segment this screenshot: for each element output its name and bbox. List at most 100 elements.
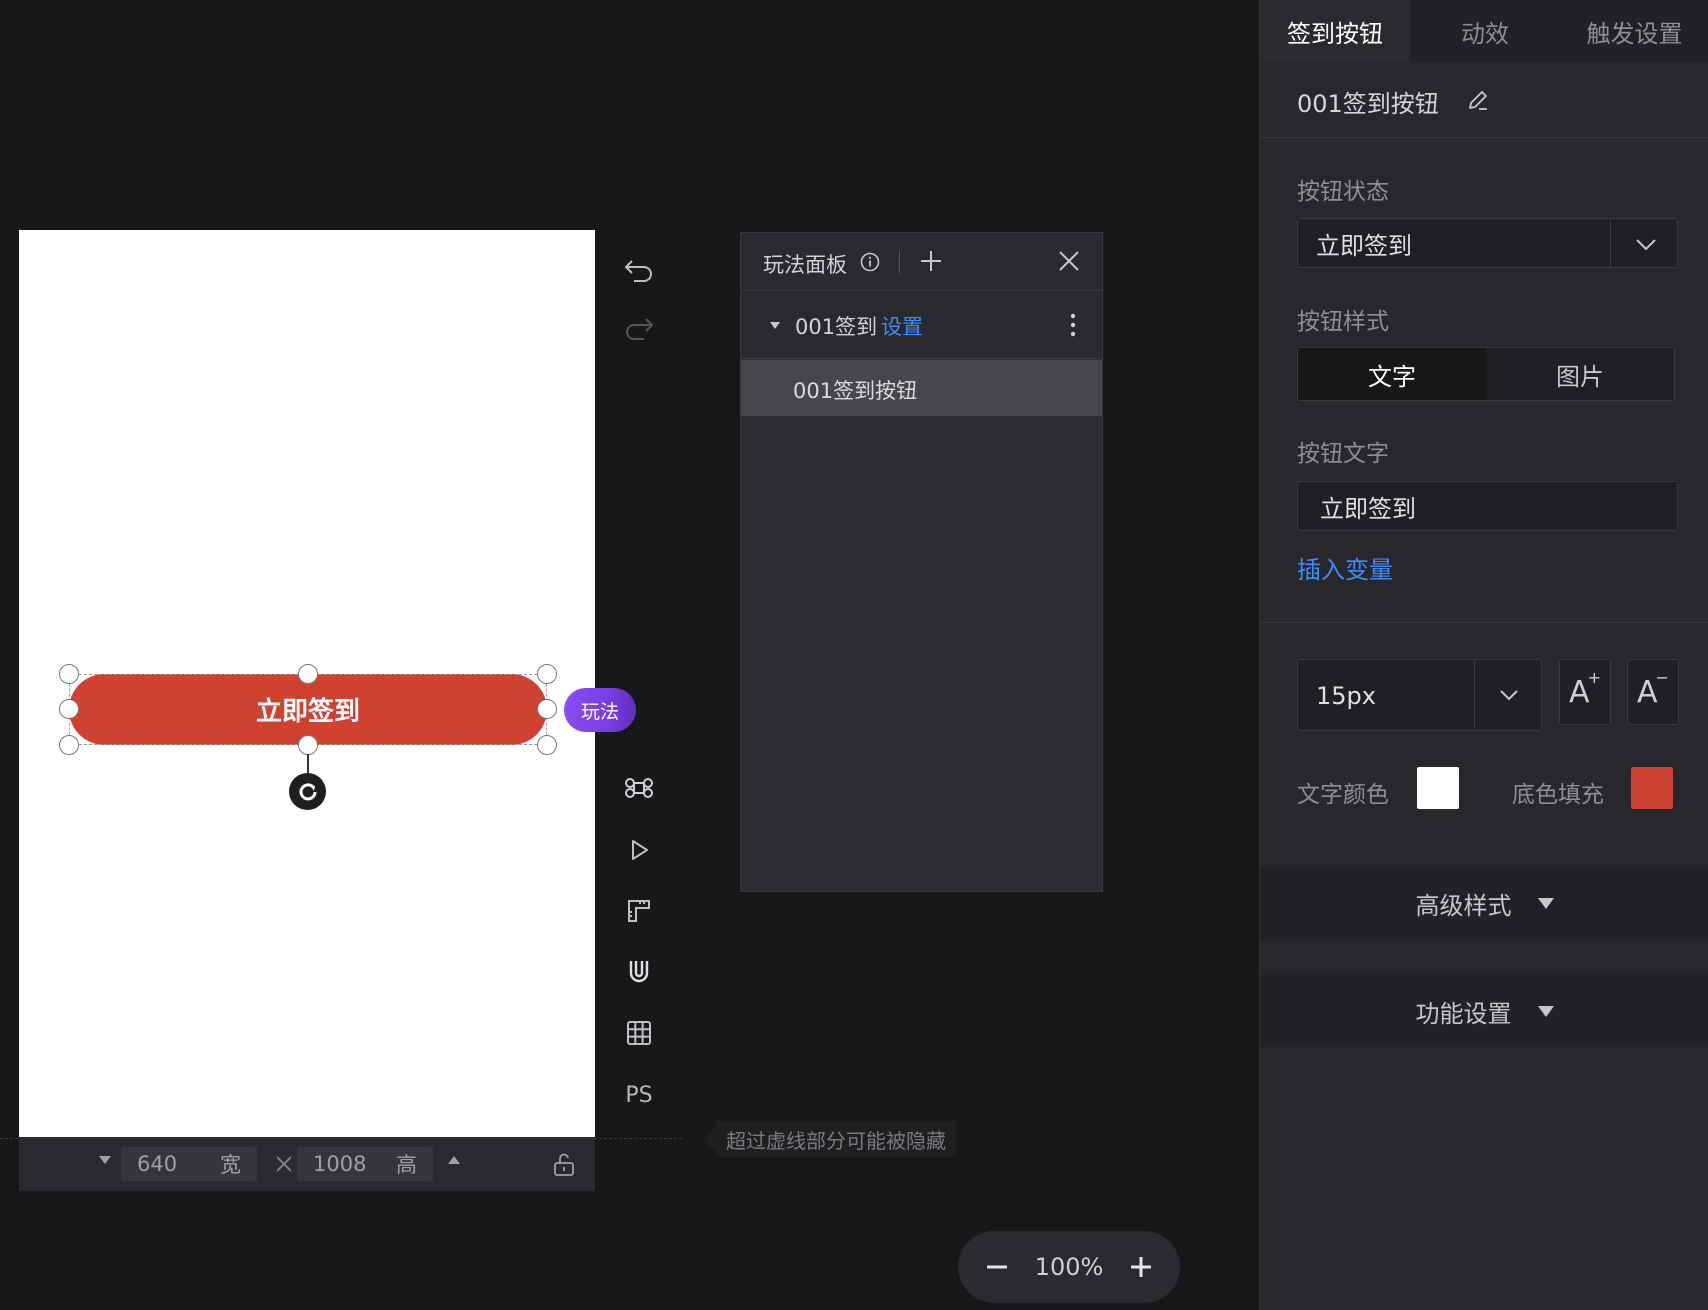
close-icon[interactable] (1055, 247, 1083, 275)
width-unit: 宽 (220, 1153, 241, 1177)
shrink-arrow-icon[interactable] (99, 1156, 111, 1164)
tab-trigger-settings[interactable]: 触发设置 (1560, 0, 1708, 62)
font-size-value: 15px (1316, 682, 1376, 710)
component-name: 001签到按钮 (1297, 90, 1439, 118)
rotate-stem (307, 754, 309, 774)
ruler-icon (628, 900, 650, 922)
text-color-label: 文字颜色 (1297, 782, 1389, 808)
zoom-value: 100% (1034, 1253, 1104, 1281)
magnet-icon (629, 961, 649, 983)
tab-label: 签到按钮 (1287, 19, 1383, 48)
group-name: 001签到 (795, 315, 878, 339)
redo-icon (626, 318, 654, 340)
font-size-select[interactable]: 15px (1297, 659, 1542, 731)
zoom-out-button[interactable] (980, 1250, 1014, 1284)
group-settings-link[interactable]: 设置 (881, 311, 923, 341)
button-text-value: 立即签到 (1320, 494, 1416, 523)
play-tag-label: 玩法 (580, 700, 619, 723)
canvas-size-bar: 640 宽 1008 高 (19, 1137, 595, 1191)
component-name-row: 001签到按钮 (1260, 62, 1708, 138)
play-tag[interactable]: 玩法 (564, 688, 636, 732)
advanced-style-label: 高级样式 (1415, 891, 1512, 920)
properties-tabs: 签到按钮 动效 触发设置 (1260, 0, 1708, 62)
grid-icon (627, 1021, 651, 1045)
function-settings-section[interactable]: 功能设置 (1260, 975, 1708, 1047)
width-value: 640 (137, 1152, 178, 1176)
tab-label: 动效 (1461, 19, 1509, 48)
tab-signin-button[interactable]: 签到按钮 (1260, 0, 1410, 62)
info-icon[interactable] (859, 251, 881, 273)
collapse-caret-icon[interactable] (770, 322, 780, 329)
resize-handle-top[interactable] (298, 664, 318, 684)
add-icon[interactable] (917, 247, 945, 275)
fill-color-swatch[interactable] (1631, 767, 1673, 809)
expand-arrow-icon[interactable] (448, 1156, 460, 1164)
rotate-icon (299, 782, 316, 800)
style-option-label: 图片 (1556, 362, 1604, 391)
unlock-icon[interactable] (551, 1151, 577, 1177)
width-field[interactable]: 640 宽 (121, 1147, 257, 1181)
redo-button[interactable] (619, 308, 659, 348)
gameplay-panel-title: 玩法面板 (763, 253, 847, 277)
zoom-control: 100% (958, 1231, 1180, 1303)
hint-text: 超过虚线部分可能被隐藏 (726, 1128, 946, 1153)
header-separator (899, 251, 900, 273)
height-field[interactable]: 1008 高 (297, 1147, 433, 1181)
edit-icon[interactable] (1465, 87, 1491, 113)
gameplay-item-row[interactable]: 001签到按钮 (741, 360, 1102, 416)
font-increase-icon: A+ (1569, 667, 1601, 710)
font-decrease-button[interactable]: A− (1627, 659, 1679, 725)
function-settings-label: 功能设置 (1415, 999, 1512, 1028)
text-color-swatch[interactable] (1417, 767, 1459, 809)
undo-icon (624, 260, 652, 282)
resize-handle-bottom-right[interactable] (537, 735, 557, 755)
style-option-label: 文字 (1368, 362, 1416, 391)
font-decrease-icon: A− (1637, 667, 1669, 710)
grid-button[interactable] (619, 1013, 659, 1053)
ps-import-button[interactable]: PS (619, 1075, 659, 1115)
gameplay-panel: 玩法面板 001签到 设置 001签到按钮 (740, 232, 1103, 892)
height-unit: 高 (396, 1153, 417, 1177)
resize-handle-top-right[interactable] (537, 664, 557, 684)
expand-triangle-icon (1537, 897, 1554, 909)
more-vertical-icon[interactable] (1061, 311, 1085, 339)
undo-button[interactable] (619, 250, 659, 290)
magnet-button[interactable] (619, 952, 659, 992)
button-state-value: 立即签到 (1316, 231, 1412, 260)
editor-root: 立即签到 玩法 640 宽 1008 高 PS 超过虚线部分可能被隐藏 100%… (0, 0, 1708, 1310)
ps-label: PS (625, 1082, 653, 1108)
style-option-text[interactable]: 文字 (1298, 348, 1486, 400)
button-state-select[interactable]: 立即签到 (1297, 218, 1678, 268)
hidden-area-hint: 超过虚线部分可能被隐藏 (716, 1121, 956, 1157)
resize-handle-bottom-left[interactable] (59, 735, 79, 755)
tab-animation[interactable]: 动效 (1410, 0, 1560, 62)
zoom-in-button[interactable] (1124, 1250, 1158, 1284)
insert-variable-link[interactable]: 插入变量 (1297, 550, 1393, 585)
gameplay-group-row[interactable]: 001签到 设置 (741, 291, 1102, 359)
times-icon (276, 1156, 292, 1172)
resize-handle-left[interactable] (59, 699, 79, 719)
button-style-label: 按钮样式 (1297, 309, 1389, 335)
plus-icon (1131, 1257, 1151, 1277)
style-option-image[interactable]: 图片 (1486, 348, 1674, 400)
font-increase-button[interactable]: A+ (1559, 659, 1611, 725)
select-divider (1474, 660, 1475, 730)
button-style-toggle: 文字 图片 (1297, 347, 1675, 401)
resize-handle-right[interactable] (537, 699, 557, 719)
tab-label: 触发设置 (1586, 19, 1683, 48)
minus-icon (987, 1265, 1007, 1269)
expand-triangle-icon (1537, 1005, 1554, 1017)
properties-panel: 签到按钮 动效 触发设置 001签到按钮 按钮状态 立即签到 按钮样式 文字 图… (1259, 0, 1708, 1310)
resize-handle-bottom[interactable] (298, 735, 318, 755)
gameplay-item-label: 001签到按钮 (793, 379, 918, 403)
preview-button[interactable] (619, 830, 659, 870)
button-text-input[interactable]: 立即签到 (1297, 481, 1678, 531)
advanced-style-section[interactable]: 高级样式 (1260, 867, 1708, 939)
height-value: 1008 (313, 1152, 367, 1176)
ruler-button[interactable] (619, 891, 659, 931)
resize-handle-top-left[interactable] (59, 664, 79, 684)
select-divider (1610, 219, 1611, 267)
rotate-handle[interactable] (289, 773, 326, 810)
button-text-label: 按钮文字 (1297, 441, 1389, 467)
shortcut-button[interactable] (619, 768, 659, 808)
